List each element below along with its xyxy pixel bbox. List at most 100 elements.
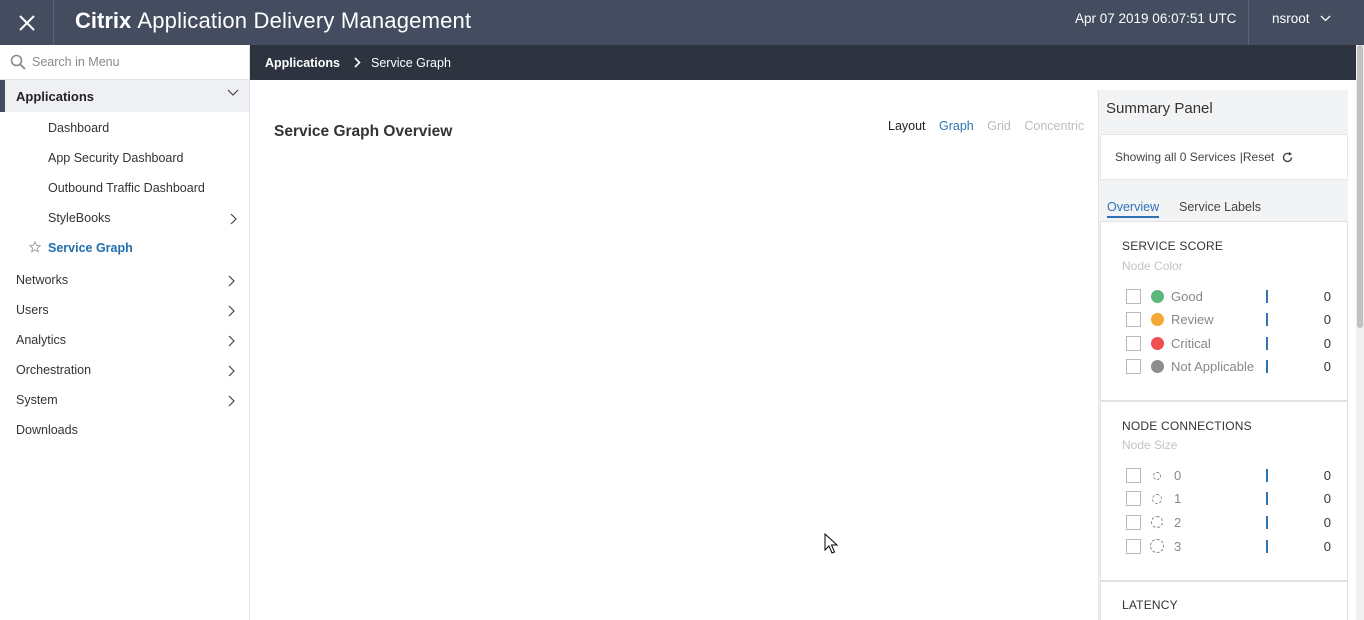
chevron-right-icon (228, 335, 235, 347)
search-icon (10, 54, 26, 70)
node-connections-card: NODE CONNECTIONS Node Size 0 0 1 0 2 0 3 (1100, 401, 1348, 581)
sidebar: Applications Dashboard App Security Dash… (0, 45, 250, 620)
breadcrumb-applications[interactable]: Applications (265, 56, 340, 70)
app-title: Citrix Application Delivery Management (75, 6, 471, 36)
checkbox[interactable] (1126, 515, 1141, 530)
sidebar-item-label: Orchestration (16, 363, 92, 377)
status-dot-icon (1151, 290, 1164, 303)
service-score-row-critical: Critical 0 (1126, 336, 1331, 352)
refresh-icon[interactable] (1281, 151, 1294, 164)
row-label: Review (1171, 312, 1214, 327)
sidebar-item-app-security-dashboard[interactable]: App Security Dashboard (48, 151, 184, 165)
node-size-icon (1151, 516, 1163, 528)
close-menu-button[interactable] (0, 0, 54, 45)
sidebar-item-stylebooks[interactable]: StyleBooks (48, 211, 242, 225)
chevron-right-icon (230, 213, 237, 225)
search-input[interactable] (32, 55, 232, 69)
row-label: Not Applicable (1171, 359, 1255, 374)
sidebar-item-label: StyleBooks (48, 211, 111, 225)
separator-bar (1266, 492, 1268, 505)
node-size-icon (1153, 472, 1161, 480)
page-title: Service Graph Overview (274, 123, 453, 140)
separator-bar (1266, 337, 1268, 350)
sidebar-item-label: Outbound Traffic Dashboard (48, 181, 205, 195)
sidebar-item-label: System (16, 393, 58, 407)
chevron-right-icon (228, 365, 235, 377)
node-connections-row: 0 0 (1126, 468, 1331, 484)
mouse-cursor-icon (824, 533, 838, 554)
service-score-title: SERVICE SCORE (1122, 239, 1224, 253)
server-datetime: Apr 07 2019 06:07:51 UTC (1075, 11, 1237, 26)
chevron-right-icon (228, 395, 235, 407)
checkbox[interactable] (1126, 336, 1141, 351)
separator-bar (1266, 360, 1268, 373)
row-label: 1 (1174, 491, 1182, 506)
row-count: 0 (1323, 515, 1331, 530)
sidebar-item-outbound-traffic-dashboard[interactable]: Outbound Traffic Dashboard (48, 181, 205, 195)
layout-option-concentric[interactable]: Concentric (1024, 119, 1084, 133)
user-menu[interactable]: nsroot (1248, 0, 1356, 45)
reset-link[interactable]: |Reset (1240, 150, 1274, 164)
row-count: 0 (1323, 491, 1331, 506)
row-label: Critical (1171, 336, 1211, 351)
tab-service-labels[interactable]: Service Labels (1179, 200, 1261, 214)
summary-panel-title: Summary Panel (1106, 100, 1213, 117)
checkbox[interactable] (1126, 468, 1141, 483)
services-filter-status: Showing all 0 Services |Reset (1100, 134, 1348, 180)
sidebar-item-users[interactable]: Users (16, 303, 244, 317)
latency-title: LATENCY (1122, 598, 1178, 612)
layout-option-grid[interactable]: Grid (987, 119, 1011, 133)
row-count: 0 (1323, 539, 1331, 554)
node-connections-row: 2 0 (1126, 515, 1331, 531)
row-label: 3 (1174, 539, 1182, 554)
row-count: 0 (1323, 289, 1331, 304)
breadcrumb-current: Service Graph (371, 55, 451, 70)
chevron-down-icon (227, 89, 239, 96)
tab-overview[interactable]: Overview (1107, 200, 1160, 218)
sidebar-item-dashboard[interactable]: Dashboard (48, 121, 109, 135)
sidebar-search (0, 45, 249, 80)
status-dot-icon (1151, 360, 1164, 373)
node-connections-subtitle: Node Size (1122, 438, 1178, 452)
service-score-row-not-applicable: Not Applicable 0 (1126, 359, 1331, 375)
layout-option-graph[interactable]: Graph (939, 119, 974, 133)
sidebar-item-label: Analytics (16, 333, 67, 347)
checkbox[interactable] (1126, 289, 1141, 304)
latency-card: LATENCY (1100, 581, 1348, 620)
sidebar-item-label: Service Graph (48, 241, 133, 255)
sidebar-item-networks[interactable]: Networks (16, 273, 244, 287)
checkbox[interactable] (1126, 491, 1141, 506)
service-score-subtitle: Node Color (1122, 259, 1183, 273)
sidebar-item-orchestration[interactable]: Orchestration (16, 363, 244, 377)
checkbox[interactable] (1126, 539, 1141, 554)
chevron-right-icon (228, 275, 235, 287)
sidebar-item-service-graph[interactable]: Service Graph (48, 241, 133, 255)
status-dot-icon (1151, 337, 1164, 350)
sidebar-item-downloads[interactable]: Downloads (16, 423, 244, 437)
sidebar-item-label: Networks (16, 273, 69, 287)
checkbox[interactable] (1126, 312, 1141, 327)
sidebar-item-system[interactable]: System (16, 393, 244, 407)
sidebar-item-label: Users (16, 303, 49, 317)
sidebar-item-label: Downloads (16, 423, 78, 437)
node-connections-title: NODE CONNECTIONS (1122, 419, 1252, 433)
favorite-star-icon[interactable] (29, 241, 41, 253)
separator-bar (1266, 516, 1268, 529)
sidebar-section-applications[interactable]: Applications (0, 80, 249, 112)
close-icon (18, 14, 35, 31)
product-name: Application Delivery Management (137, 8, 472, 33)
row-count: 0 (1323, 336, 1331, 351)
top-bar: Citrix Application Delivery Management A… (0, 0, 1364, 45)
node-connections-row: 1 0 (1126, 491, 1331, 507)
sidebar-item-analytics[interactable]: Analytics (16, 333, 244, 347)
row-count: 0 (1323, 359, 1331, 374)
brand-name: Citrix (75, 8, 132, 33)
row-count: 0 (1323, 468, 1331, 483)
node-size-icon (1152, 494, 1162, 504)
scrollbar-thumb[interactable] (1357, 45, 1363, 328)
page-scrollbar[interactable] (1356, 45, 1364, 620)
layout-label: Layout (888, 119, 926, 133)
checkbox[interactable] (1126, 359, 1141, 374)
chevron-right-icon (354, 57, 361, 68)
service-score-card: SERVICE SCORE Node Color Good 0 Review 0… (1100, 221, 1348, 401)
